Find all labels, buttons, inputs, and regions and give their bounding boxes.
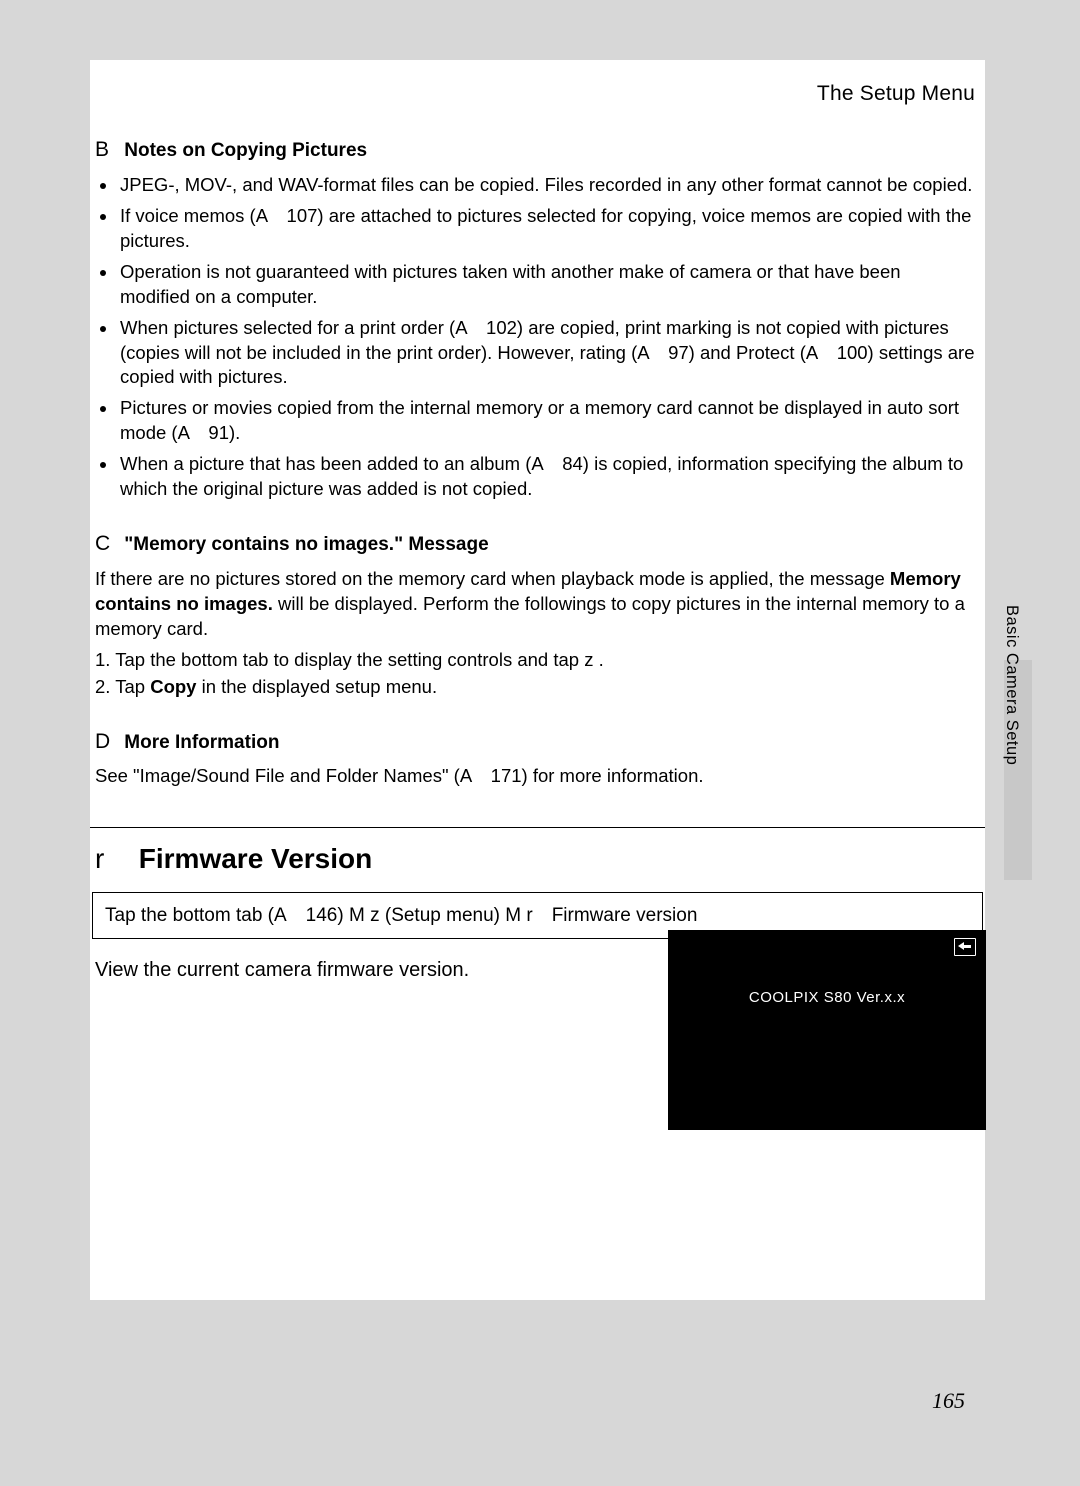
firmware-version-text: COOLPIX S80 Ver.x.x [668,988,986,1008]
page-title: The Setup Menu [90,80,985,108]
camera-lcd-preview: COOLPIX S80 Ver.x.x [668,930,986,1130]
page-sheet: The Setup Menu B Notes on Copying Pictur… [90,60,985,1300]
list-item: JPEG-, MOV-, and WAV-format files can be… [118,173,975,198]
paragraph: See "Image/Sound File and Folder Names" … [95,764,975,789]
section-title: More Information [124,732,279,753]
heading-text: Firmware Version [139,843,372,874]
list-item: When a picture that has been added to an… [118,452,975,502]
list-item: When pictures selected for a print order… [118,316,975,391]
back-icon[interactable] [954,938,976,956]
page-number: 165 [932,1386,965,1416]
heading-firmware-version: r Firmware Version [90,840,985,878]
section-title: "Memory contains no images." Message [124,534,488,555]
paragraph: If there are no pictures stored on the m… [95,567,975,642]
section-heading-notes-copying: B Notes on Copying Pictures [90,136,985,164]
section-heading-more-info: D More Information [90,728,985,756]
divider [90,827,985,828]
list-item: Pictures or movies copied from the inter… [118,396,975,446]
notes-list: JPEG-, MOV-, and WAV-format files can be… [118,173,975,503]
section-title: Notes on Copying Pictures [124,140,367,161]
section-tab-label: Basic Camera Setup [1001,605,1023,765]
step-1: 1. Tap the bottom tab to display the set… [95,648,975,673]
info-icon: D [95,728,119,756]
steps: 1. Tap the bottom tab to display the set… [95,648,975,700]
section-heading-memory-message: C "Memory contains no images." Message [90,530,985,558]
manual-page: The Setup Menu B Notes on Copying Pictur… [0,0,1080,1486]
note-icon: B [95,136,119,164]
list-item: If voice memos (A 107) are attached to p… [118,204,975,254]
step-2: 2. Tap Copy in the displayed setup menu. [95,675,975,700]
nav-path: M z (Setup menu) M r Firmware version [344,905,698,926]
list-item: Operation is not guaranteed with picture… [118,260,975,310]
tip-icon: C [95,530,119,558]
firmware-icon: r [95,840,131,878]
